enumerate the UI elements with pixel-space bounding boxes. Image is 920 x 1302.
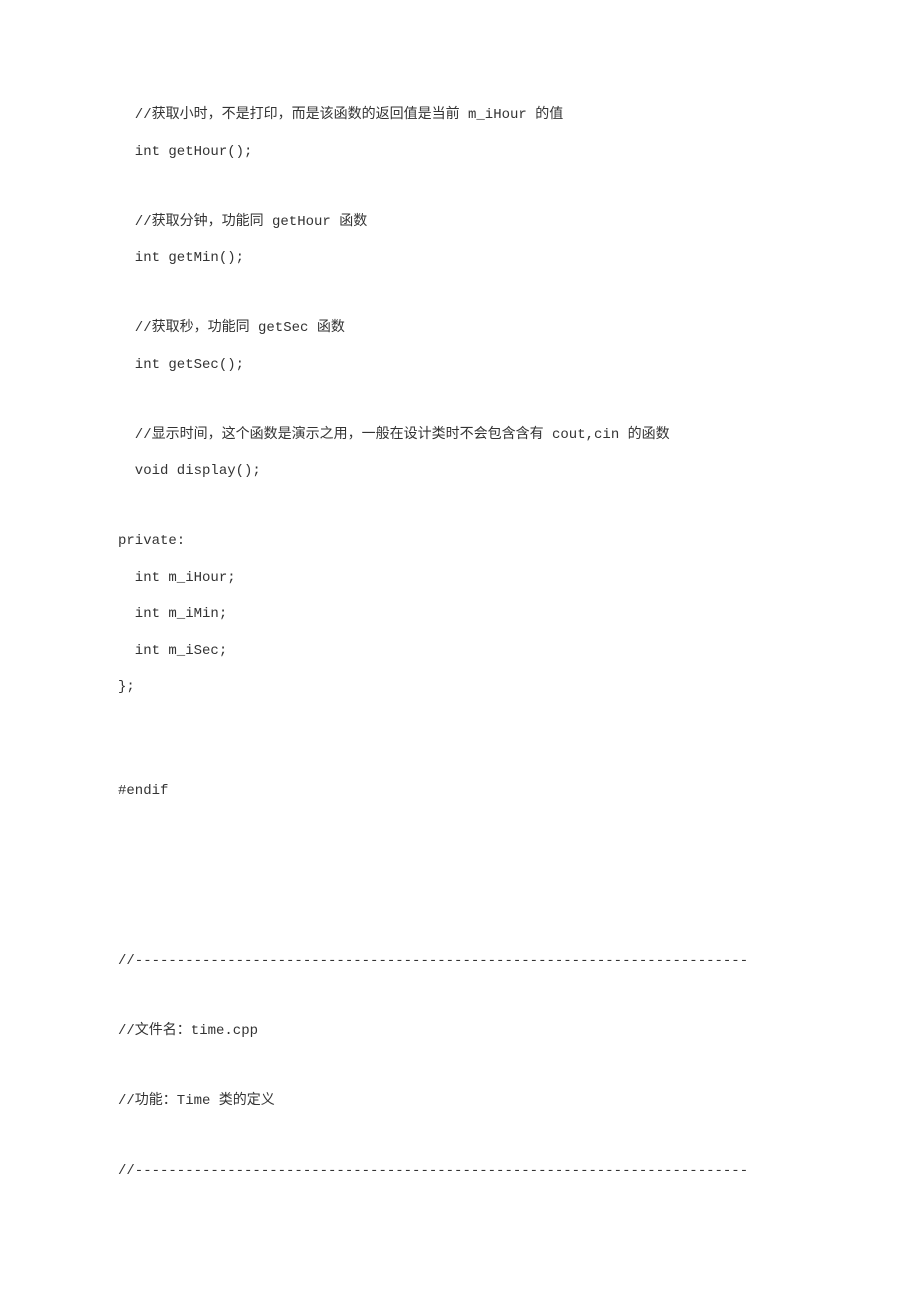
document-page: //获取小时，不是打印，而是该函数的返回值是当前 m_iHour 的值 int …	[0, 0, 920, 1258]
code-line: int getHour();	[118, 142, 802, 163]
code-line	[118, 1128, 802, 1146]
code-line	[118, 391, 802, 409]
code-line: //功能：Time 类的定义	[118, 1091, 802, 1112]
code-line: private:	[118, 531, 802, 552]
code-line	[118, 714, 802, 732]
code-line	[118, 988, 802, 1006]
code-line: void display();	[118, 461, 802, 482]
code-line: int getMin();	[118, 248, 802, 269]
code-line: //--------------------------------------…	[118, 1161, 802, 1182]
code-line: int getSec();	[118, 355, 802, 376]
code-line	[118, 178, 802, 196]
code-line	[118, 918, 802, 936]
code-line: int m_iMin;	[118, 604, 802, 625]
code-line: int m_iHour;	[118, 568, 802, 589]
code-line	[118, 851, 802, 869]
code-line: //获取分钟，功能同 getHour 函数	[118, 212, 802, 233]
code-line	[118, 498, 802, 516]
code-line: #endif	[118, 781, 802, 802]
code-line: int m_iSec;	[118, 641, 802, 662]
code-line: //--------------------------------------…	[118, 951, 802, 972]
code-line	[118, 884, 802, 902]
code-line	[118, 747, 802, 765]
code-line: //显示时间，这个函数是演示之用，一般在设计类时不会包含含有 cout,cin …	[118, 425, 802, 446]
code-line: };	[118, 677, 802, 698]
code-line	[118, 285, 802, 303]
code-line: //获取秒，功能同 getSec 函数	[118, 318, 802, 339]
code-line	[118, 817, 802, 835]
code-line	[118, 1058, 802, 1076]
code-line: //文件名：time.cpp	[118, 1021, 802, 1042]
code-line: //获取小时，不是打印，而是该函数的返回值是当前 m_iHour 的值	[118, 105, 802, 126]
